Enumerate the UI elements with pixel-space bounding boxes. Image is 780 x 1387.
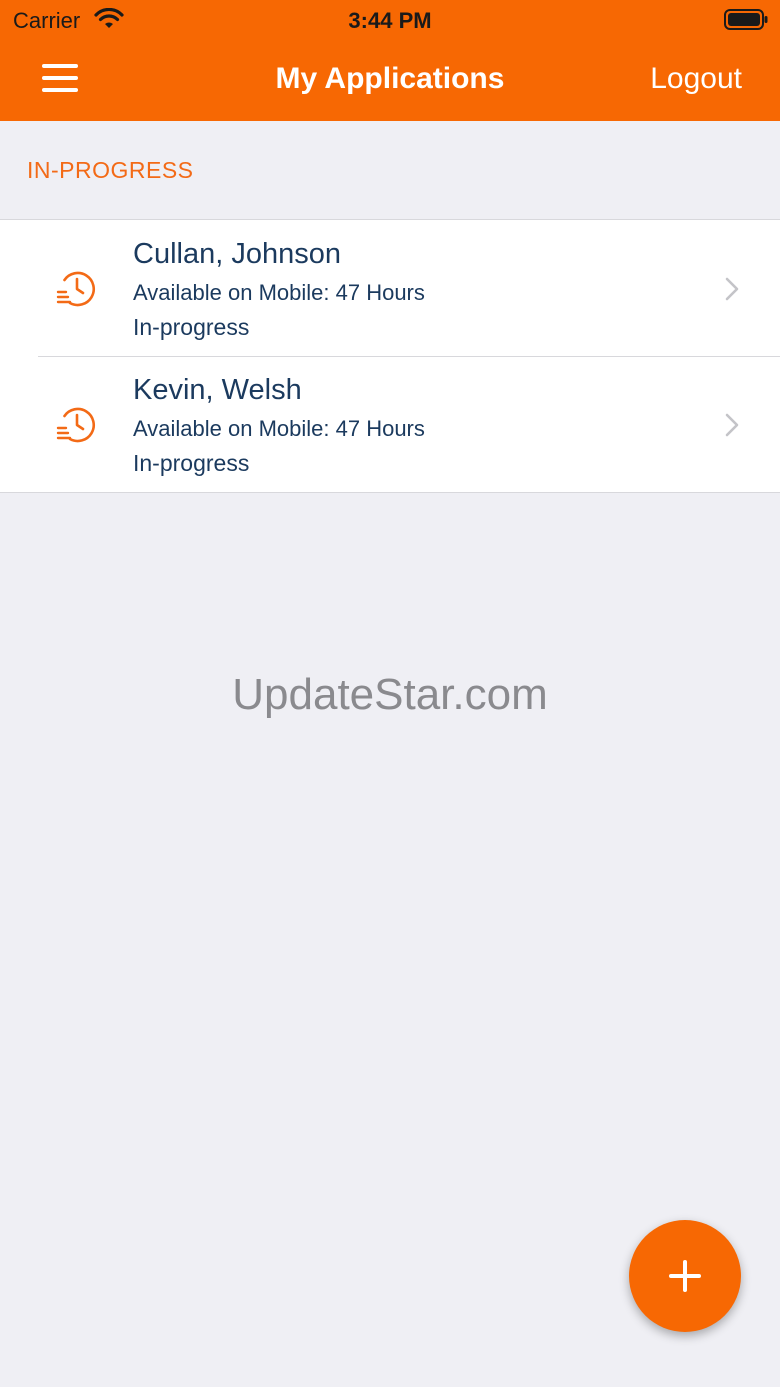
status-text: In-progress	[133, 314, 250, 340]
status-time: 3:44 PM	[348, 8, 432, 33]
plus-icon	[669, 1260, 701, 1292]
app-screen: Carrier 3:44 PM My Applications Logout I…	[0, 0, 780, 1387]
applicant-name: Cullan, Johnson	[133, 238, 341, 270]
battery-icon	[724, 9, 768, 30]
chevron-right-icon	[725, 413, 739, 437]
availability-text: Available on Mobile: 47 Hours	[133, 280, 425, 305]
section-header-in-progress: IN-PROGRESS	[27, 157, 194, 183]
chevron-right-icon	[725, 277, 739, 301]
applications-list: Cullan, Johnson Available on Mobile: 47 …	[0, 219, 780, 493]
status-text: In-progress	[133, 450, 250, 476]
navigation-bar: Carrier 3:44 PM My Applications Logout	[0, 0, 780, 121]
clock-history-icon	[56, 407, 95, 443]
availability-text: Available on Mobile: 47 Hours	[133, 416, 425, 441]
add-application-button[interactable]	[629, 1220, 741, 1332]
watermark-text: UpdateStar.com	[232, 670, 548, 719]
clock-history-icon	[56, 271, 95, 307]
list-item[interactable]: Kevin, Welsh Available on Mobile: 47 Hou…	[0, 356, 780, 492]
status-bar: Carrier 3:44 PM	[0, 0, 780, 40]
list-item[interactable]: Cullan, Johnson Available on Mobile: 47 …	[0, 220, 780, 356]
logout-button[interactable]: Logout	[650, 62, 742, 96]
applicant-name: Kevin, Welsh	[133, 374, 302, 406]
